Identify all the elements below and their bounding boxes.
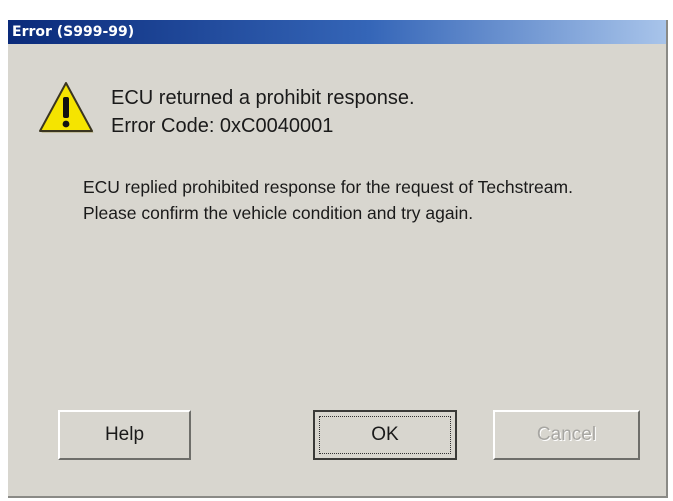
dialog-title: Error (S999-99) — [12, 24, 135, 40]
warning-icon — [39, 82, 94, 133]
error-message: ECU replied prohibited response for the … — [83, 177, 573, 223]
error-code-text: Error Code: 0xC0040001 — [111, 115, 334, 137]
ok-button[interactable]: OK — [313, 410, 457, 460]
headline-text: ECU returned a prohibit response. — [111, 87, 415, 109]
focus-rectangle — [319, 416, 451, 454]
dialog-title-bar[interactable]: Error (S999-99) — [8, 20, 666, 44]
error-dialog: Error (S999-99) ECU returned a prohibit … — [8, 20, 668, 498]
error-headline: ECU returned a prohibit response. Error … — [111, 84, 415, 140]
help-button[interactable]: Help — [58, 410, 191, 460]
help-button-label: Help — [104, 424, 145, 445]
cancel-button: Cancel — [493, 410, 640, 460]
cancel-button-label: Cancel — [536, 424, 597, 445]
